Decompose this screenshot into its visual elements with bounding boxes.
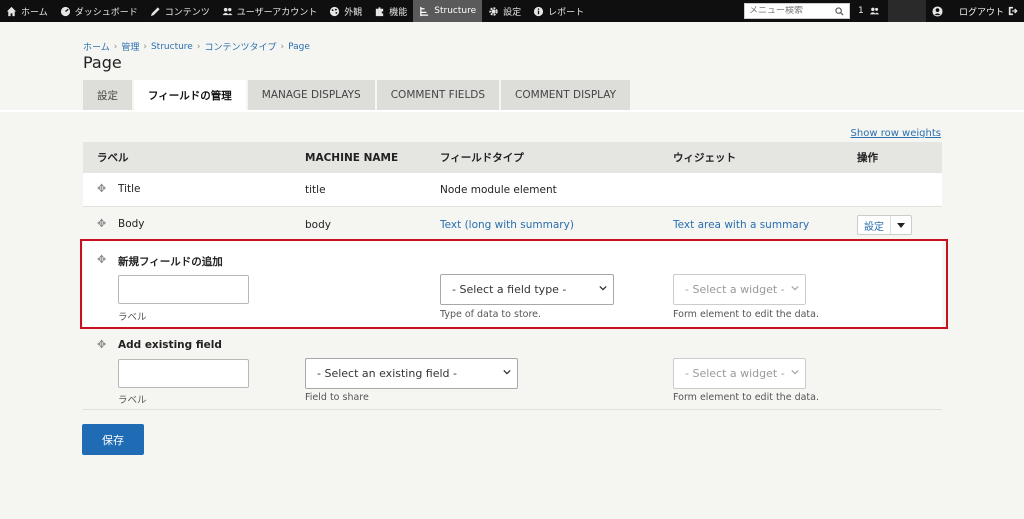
primary-tabs: 設定 フィールドの管理 MANAGE DISPLAYS COMMENT FIEL…: [83, 80, 632, 110]
existing-field-label-description: ラベル: [118, 395, 147, 406]
page-title: Page: [83, 53, 122, 72]
toolbar-dashboard-label: ダッシュボード: [74, 7, 138, 18]
toolbar-people-label: ユーザーアカウント: [236, 7, 318, 18]
breadcrumb-admin[interactable]: 管理: [121, 40, 139, 53]
breadcrumb-page[interactable]: Page: [288, 42, 310, 52]
user-count-text: 1: [858, 6, 864, 16]
breadcrumb: ホーム › 管理 › Structure › コンテンツタイプ › Page: [83, 40, 310, 54]
highlight-box: [80, 239, 948, 329]
existing-field-widget-description: Form element to edit the data.: [673, 392, 819, 403]
toolbar-reports-label: レポート: [548, 7, 585, 18]
search-icon: [835, 6, 844, 16]
header-operations: 操作: [857, 152, 878, 164]
breadcrumb-content-types[interactable]: コンテンツタイプ: [204, 40, 276, 53]
widget-link[interactable]: Text area with a summary: [673, 219, 809, 231]
settings-button[interactable]: 設定: [858, 216, 891, 234]
existing-field-widget-select[interactable]: - Select a widget -: [673, 358, 806, 389]
palette-icon: [330, 6, 340, 16]
logout-icon: [1008, 6, 1018, 16]
toolbar-user-count[interactable]: 1: [858, 0, 880, 22]
toolbar-structure[interactable]: Structure: [413, 0, 483, 22]
breadcrumb-separator: ›: [280, 41, 285, 52]
existing-field-title: Add existing field: [118, 339, 222, 351]
structure-icon: [420, 6, 429, 16]
field-machine-name: body: [305, 219, 331, 231]
field-type: Node module element: [440, 184, 557, 196]
toolbar-content-label: コンテンツ: [164, 7, 210, 18]
breadcrumb-structure[interactable]: Structure: [151, 42, 193, 52]
drag-handle-icon[interactable]: ✥: [97, 217, 106, 230]
dashboard-icon: [60, 6, 70, 16]
existing-field-description: Field to share: [305, 392, 369, 403]
existing-field-label-input[interactable]: [118, 359, 249, 388]
toolbar-home[interactable]: ホーム: [0, 0, 54, 22]
header-widget: ウィジェット: [673, 152, 736, 164]
chevron-down-icon: [503, 369, 511, 375]
toolbar-appearance[interactable]: 外観: [323, 0, 368, 22]
header-field-type: フィールドタイプ: [440, 152, 524, 164]
table-row: ✥ Body body Text (long with summary) Tex…: [83, 207, 942, 241]
toolbar-appearance-label: 外観: [344, 7, 363, 18]
menu-search-input[interactable]: [749, 6, 835, 16]
admin-toolbar: ホーム ダッシュボード コンテンツ ユーザーアカウント 外観 機能 Struct…: [0, 0, 1024, 22]
toolbar-extend[interactable]: 機能: [368, 0, 413, 22]
dropdown-toggle[interactable]: [891, 216, 911, 234]
toolbar-extend-label: 機能: [389, 7, 408, 18]
toolbar-reports[interactable]: レポート: [527, 0, 590, 22]
toolbar-home-label: ホーム: [21, 7, 48, 18]
menu-search[interactable]: [744, 3, 850, 19]
breadcrumb-separator: ›: [143, 41, 147, 52]
gear-icon: [489, 6, 498, 16]
users-icon: [222, 7, 233, 15]
tab-comment-fields[interactable]: COMMENT FIELDS: [376, 80, 500, 110]
header-label: ラベル: [97, 152, 129, 164]
show-row-weights-link[interactable]: Show row weights: [851, 128, 941, 139]
breadcrumb-separator: ›: [113, 41, 118, 52]
caret-down-icon: [897, 222, 905, 228]
save-button[interactable]: 保存: [82, 424, 144, 455]
toolbar-structure-label: Structure: [434, 6, 477, 16]
field-label: Title: [118, 183, 141, 195]
breadcrumb-separator: ›: [196, 41, 201, 52]
field-machine-name: title: [305, 184, 326, 196]
field-label: Body: [118, 218, 145, 230]
existing-field-select-value: - Select an existing field -: [317, 367, 457, 380]
info-icon: [534, 6, 544, 16]
table-header: ラベル MACHINE NAME フィールドタイプ ウィジェット 操作: [83, 142, 942, 173]
table-row: ✥ Title title Node module element: [83, 173, 942, 207]
existing-field-row: ✥ Add existing field ラベル - Select an exi…: [83, 328, 942, 410]
toolbar-username-area[interactable]: [888, 0, 926, 22]
puzzle-icon: [376, 6, 384, 16]
pencil-icon: [150, 6, 160, 16]
home-icon: [6, 6, 17, 16]
toolbar-config[interactable]: 設定: [482, 0, 527, 22]
users-icon: [869, 7, 879, 15]
logout-label: ログアウト: [959, 7, 1005, 18]
toolbar-content[interactable]: コンテンツ: [144, 0, 216, 22]
toolbar-people[interactable]: ユーザーアカウント: [216, 0, 323, 22]
toolbar-dashboard[interactable]: ダッシュボード: [54, 0, 144, 22]
toolbar-logout[interactable]: ログアウト: [959, 0, 1018, 22]
tab-manage-fields[interactable]: フィールドの管理: [134, 80, 246, 110]
breadcrumb-home[interactable]: ホーム: [83, 40, 110, 53]
drag-handle-icon[interactable]: ✥: [97, 182, 106, 195]
tab-manage-displays[interactable]: MANAGE DISPLAYS: [247, 80, 375, 110]
existing-field-select[interactable]: - Select an existing field -: [305, 358, 518, 389]
header-machine-name: MACHINE NAME: [305, 151, 399, 164]
tab-settings[interactable]: 設定: [83, 80, 132, 110]
toolbar-account[interactable]: [932, 0, 943, 22]
drag-handle-icon[interactable]: ✥: [97, 338, 106, 351]
operations-dropbutton: 設定: [857, 215, 912, 235]
chevron-down-icon: [791, 369, 799, 375]
user-circle-icon: [932, 5, 943, 17]
toolbar-config-label: 設定: [503, 7, 522, 18]
existing-field-widget-select-value: - Select a widget -: [685, 367, 785, 380]
tab-comment-display[interactable]: COMMENT DISPLAY: [501, 80, 631, 110]
field-type-link[interactable]: Text (long with summary): [440, 219, 574, 231]
